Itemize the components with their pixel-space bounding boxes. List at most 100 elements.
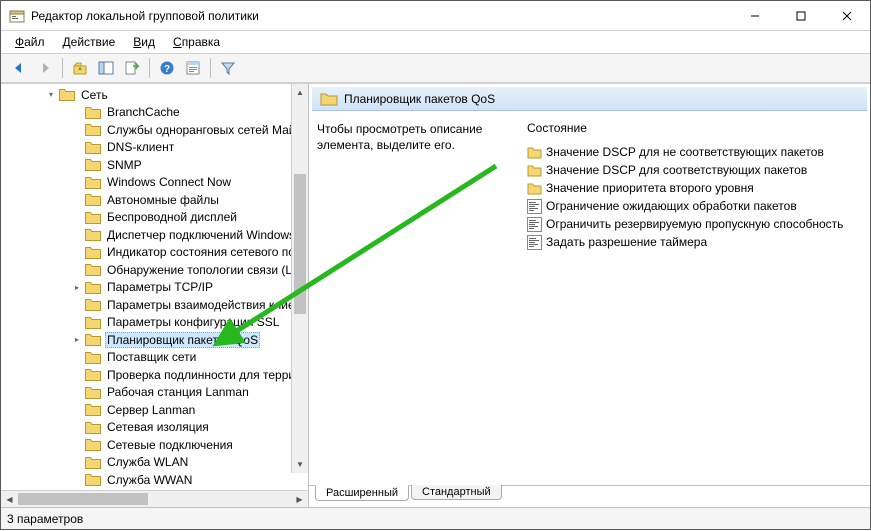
- export-button[interactable]: [120, 56, 144, 80]
- app-icon: [9, 8, 25, 24]
- tree-label: Диспетчер подключений Windows: [105, 228, 297, 242]
- main-area: ▾ Сеть BranchCache Службы одноранговых сете…: [1, 83, 870, 507]
- tree-item[interactable]: Рабочая станция Lanman: [1, 384, 308, 402]
- window-controls: [732, 1, 870, 30]
- tree-item[interactable]: Сетевые подключения: [1, 436, 308, 454]
- filter-button[interactable]: [216, 56, 240, 80]
- toolbar-separator: [210, 58, 211, 78]
- expand-icon[interactable]: ▸: [71, 283, 83, 292]
- collapse-icon[interactable]: ▾: [45, 90, 57, 99]
- tree-item[interactable]: SNMP: [1, 156, 308, 174]
- tree-item[interactable]: Индикатор состояния сетевого по: [1, 244, 308, 262]
- tree-label: Обнаружение топологии связи (L: [105, 263, 294, 277]
- tab-standard[interactable]: Стандартный: [411, 485, 502, 500]
- menu-action[interactable]: Действие: [55, 33, 124, 51]
- menu-bar: ФФайлайл Действие Вид Справка: [1, 31, 870, 53]
- tree-item[interactable]: Автономные файлы: [1, 191, 308, 209]
- list-item[interactable]: Значение DSCP для не соответствующих пак…: [527, 143, 862, 161]
- help-button[interactable]: ?: [155, 56, 179, 80]
- details-pane: Планировщик пакетов QoS Чтобы просмотрет…: [309, 84, 870, 507]
- list-item-label: Значение приоритета второго уровня: [546, 181, 754, 195]
- tree-item[interactable]: Параметры взаимодействия клиен: [1, 296, 308, 314]
- scroll-down-icon[interactable]: ▼: [292, 456, 308, 473]
- list-item-label: Ограничение ожидающих обработки пакетов: [546, 199, 797, 213]
- tree-label: Windows Connect Now: [105, 175, 233, 189]
- menu-file[interactable]: ФФайлайл: [7, 33, 53, 51]
- details-description: Чтобы просмотреть описание элемента, выд…: [317, 121, 507, 481]
- tree-label: Сетевые подключения: [105, 438, 235, 452]
- toolbar: ?: [1, 53, 870, 83]
- tree-item[interactable]: Служба WWAN: [1, 471, 308, 489]
- tree-label: Службы одноранговых сетей Май: [105, 123, 297, 137]
- tree-label: BranchCache: [105, 105, 182, 119]
- tree-item[interactable]: Беспроводной дисплей: [1, 209, 308, 227]
- details-title: Планировщик пакетов QoS: [344, 92, 495, 106]
- tree-label: Параметры TCP/IP: [105, 280, 215, 294]
- minimize-button[interactable]: [732, 1, 778, 30]
- tree-label: Сервер Lanman: [105, 403, 197, 417]
- list-item-label: Ограничить резервируемую пропускную спос…: [546, 217, 843, 231]
- vertical-scrollbar[interactable]: ▲ ▼: [291, 84, 308, 473]
- tree-item[interactable]: Проверка подлинности для терри: [1, 366, 308, 384]
- tree-item[interactable]: ▸ Планировщик пакетов QoS: [1, 331, 308, 349]
- tree-item[interactable]: Обнаружение топологии связи (L: [1, 261, 308, 279]
- tree-label: Поставщик сети: [105, 350, 198, 364]
- details-list: Состояние Значение DSCP для не соответст…: [527, 121, 862, 481]
- tree-label: Служба WWAN: [105, 473, 194, 487]
- scroll-right-icon[interactable]: ▶: [291, 491, 308, 507]
- list-item[interactable]: Значение приоритета второго уровня: [527, 179, 862, 197]
- tree-view[interactable]: ▾ Сеть BranchCache Службы одноранговых сете…: [1, 84, 308, 490]
- list-item-label: Задать разрешение таймера: [546, 235, 707, 249]
- scroll-left-icon[interactable]: ◀: [1, 491, 18, 507]
- expand-icon[interactable]: ▸: [71, 335, 83, 344]
- horizontal-scrollbar[interactable]: ◀ ▶: [1, 490, 308, 507]
- tree-label: Индикатор состояния сетевого по: [105, 245, 297, 259]
- titlebar: Редактор локальной групповой политики: [1, 1, 870, 31]
- details-tabs: Расширенный Стандартный: [309, 485, 870, 507]
- menu-help[interactable]: Справка: [165, 33, 228, 51]
- tree-label: Рабочая станция Lanman: [105, 385, 251, 399]
- menu-view[interactable]: Вид: [125, 33, 163, 51]
- tree-item[interactable]: Сервер Lanman: [1, 401, 308, 419]
- tree-item[interactable]: Служба WLAN: [1, 454, 308, 472]
- toolbar-separator: [149, 58, 150, 78]
- tree-label: Параметры конфигурации SSL: [105, 315, 281, 329]
- list-item[interactable]: Значение DSCP для соответствующих пакето…: [527, 161, 862, 179]
- svg-text:?: ?: [164, 64, 170, 75]
- close-button[interactable]: [824, 1, 870, 30]
- tree-item[interactable]: Диспетчер подключений Windows: [1, 226, 308, 244]
- tab-extended[interactable]: Расширенный: [315, 485, 409, 501]
- tree-label: Параметры взаимодействия клиен: [105, 298, 303, 312]
- tree-item[interactable]: Службы одноранговых сетей Май: [1, 121, 308, 139]
- tree-label: Сеть: [79, 88, 110, 102]
- list-item[interactable]: Задать разрешение таймера: [527, 233, 862, 251]
- properties-button[interactable]: [181, 56, 205, 80]
- tree-label: Беспроводной дисплей: [105, 210, 239, 224]
- tree-item[interactable]: ▸ Параметры TCP/IP: [1, 279, 308, 297]
- tree-item[interactable]: Поставщик сети: [1, 349, 308, 367]
- scroll-up-icon[interactable]: ▲: [292, 84, 308, 101]
- tree-label: SNMP: [105, 158, 144, 172]
- list-item[interactable]: Ограничение ожидающих обработки пакетов: [527, 197, 862, 215]
- tree-label: Сетевая изоляция: [105, 420, 211, 434]
- details-body: Чтобы просмотреть описание элемента, выд…: [309, 111, 870, 485]
- list-item[interactable]: Ограничить резервируемую пропускную спос…: [527, 215, 862, 233]
- show-hide-tree-button[interactable]: [94, 56, 118, 80]
- tree-label: Планировщик пакетов QoS: [105, 332, 260, 348]
- scroll-thumb[interactable]: [294, 174, 306, 314]
- tree-label: Проверка подлинности для терри: [105, 368, 297, 382]
- tree-item[interactable]: Сетевая изоляция: [1, 419, 308, 437]
- back-button[interactable]: [7, 56, 31, 80]
- tree-label: DNS-клиент: [105, 140, 176, 154]
- tree-item[interactable]: Параметры конфигурации SSL: [1, 314, 308, 332]
- tree-item-root[interactable]: ▾ Сеть: [1, 86, 308, 104]
- column-header: Состояние: [527, 121, 862, 135]
- tree-item[interactable]: DNS-клиент: [1, 139, 308, 157]
- scroll-thumb[interactable]: [18, 493, 148, 505]
- window-title: Редактор локальной групповой политики: [31, 9, 732, 23]
- forward-button[interactable]: [33, 56, 57, 80]
- maximize-button[interactable]: [778, 1, 824, 30]
- tree-item[interactable]: BranchCache: [1, 104, 308, 122]
- tree-item[interactable]: Windows Connect Now: [1, 174, 308, 192]
- up-button[interactable]: [68, 56, 92, 80]
